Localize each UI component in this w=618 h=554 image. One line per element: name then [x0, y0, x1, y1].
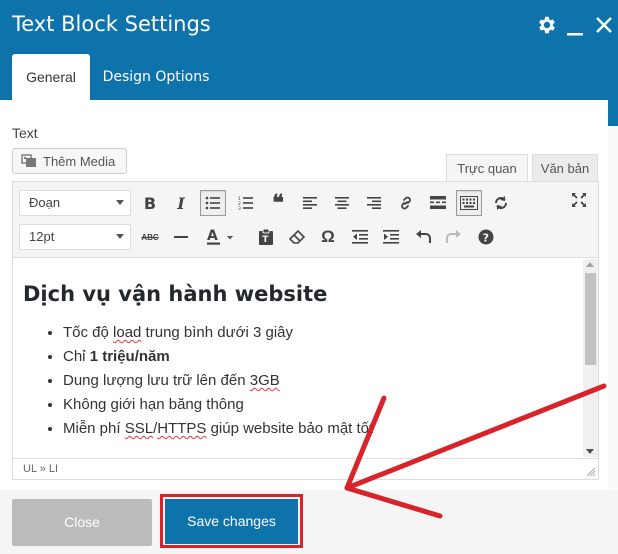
tab-design-options[interactable]: Design Options	[96, 54, 216, 100]
tab-text-editor[interactable]: Văn bản	[532, 154, 598, 182]
undo-icon[interactable]	[410, 224, 436, 250]
font-size-value: 12pt	[29, 229, 55, 244]
scroll-up-icon[interactable]	[586, 262, 594, 267]
blockquote-icon[interactable]: ❝	[265, 190, 291, 216]
horizontal-line-icon[interactable]	[168, 224, 194, 250]
close-icon[interactable]	[594, 14, 614, 36]
tab-general[interactable]: General	[12, 54, 90, 100]
strikethrough-icon[interactable]: ABC	[137, 224, 163, 250]
svg-text:A: A	[207, 228, 218, 244]
paste-text-icon[interactable]: T	[253, 224, 279, 250]
editor-scrollbar-thumb[interactable]	[585, 273, 596, 365]
paragraph-format-select[interactable]: Đoạn	[19, 190, 131, 216]
dialog-scrollbar-thumb[interactable]	[608, 100, 618, 126]
save-changes-button[interactable]: Save changes	[165, 499, 298, 544]
scroll-down-icon[interactable]	[586, 449, 594, 454]
clear-format-icon[interactable]	[284, 224, 310, 250]
list-item: Không giới hạn băng thông	[63, 393, 573, 417]
resize-handle-icon[interactable]	[586, 467, 596, 477]
editor-statusbar: UL » LI	[13, 458, 598, 479]
minimize-icon[interactable]	[566, 20, 584, 36]
align-left-icon[interactable]	[297, 190, 323, 216]
bold-icon[interactable]: B	[137, 190, 163, 216]
svg-text:T: T	[262, 235, 269, 245]
chevron-down-icon	[116, 200, 124, 205]
fullscreen-icon[interactable]	[566, 187, 592, 213]
list-item: Chỉ 1 triệu/năm	[63, 345, 573, 369]
align-center-icon[interactable]	[329, 190, 355, 216]
close-button[interactable]: Close	[12, 499, 152, 546]
list-item: Tốc độ load trung bình dưới 3 giây	[63, 321, 573, 345]
read-more-icon[interactable]	[425, 190, 451, 216]
editor-toolbar: Đoạn 12pt B I 123 ❝ ABC A T Ω ?	[13, 182, 598, 258]
bullet-list-icon[interactable]	[200, 190, 226, 216]
content-heading: Dịch vụ vận hành website	[23, 282, 328, 306]
add-media-button[interactable]: Thêm Media	[12, 148, 127, 174]
dialog-title: Text Block Settings	[12, 12, 211, 36]
media-icon	[21, 154, 36, 167]
content-list: Tốc độ load trung bình dưới 3 giây Chỉ 1…	[23, 321, 573, 441]
element-path[interactable]: UL » LI	[23, 463, 58, 475]
dialog-scrollbar[interactable]	[608, 100, 618, 490]
list-item: Miễn phí SSL/HTTPS giúp website bảo mật …	[63, 417, 573, 441]
svg-text:3: 3	[238, 206, 241, 210]
refresh-icon[interactable]	[488, 190, 514, 216]
editor-scrollbar[interactable]	[583, 259, 598, 457]
editor-content[interactable]: Dịch vụ vận hành website Tốc độ load tru…	[13, 259, 583, 457]
help-icon[interactable]: ?	[473, 224, 499, 250]
align-right-icon[interactable]	[361, 190, 387, 216]
text-color-icon[interactable]: A	[200, 224, 240, 250]
svg-text:?: ?	[483, 232, 489, 245]
numbered-list-icon[interactable]: 123	[233, 190, 259, 216]
chevron-down-icon	[116, 234, 124, 239]
special-char-icon[interactable]: Ω	[315, 224, 341, 250]
gear-icon[interactable]	[536, 14, 558, 36]
paragraph-format-value: Đoạn	[29, 195, 61, 210]
link-icon[interactable]	[393, 190, 419, 216]
text-field-label: Text	[12, 125, 38, 141]
font-size-select[interactable]: 12pt	[19, 224, 131, 250]
redo-icon[interactable]	[441, 224, 467, 250]
italic-icon[interactable]: I	[168, 190, 194, 216]
indent-icon[interactable]	[378, 224, 404, 250]
list-item: Dung lượng lưu trữ lên đến 3GB	[63, 369, 573, 393]
add-media-label: Thêm Media	[43, 153, 116, 169]
toolbar-toggle-icon[interactable]	[456, 190, 482, 216]
tab-visual-editor[interactable]: Trực quan	[446, 154, 528, 182]
outdent-icon[interactable]	[347, 224, 373, 250]
wysiwyg-editor: Đoạn 12pt B I 123 ❝ ABC A T Ω ? Dịch vụ …	[12, 181, 599, 480]
